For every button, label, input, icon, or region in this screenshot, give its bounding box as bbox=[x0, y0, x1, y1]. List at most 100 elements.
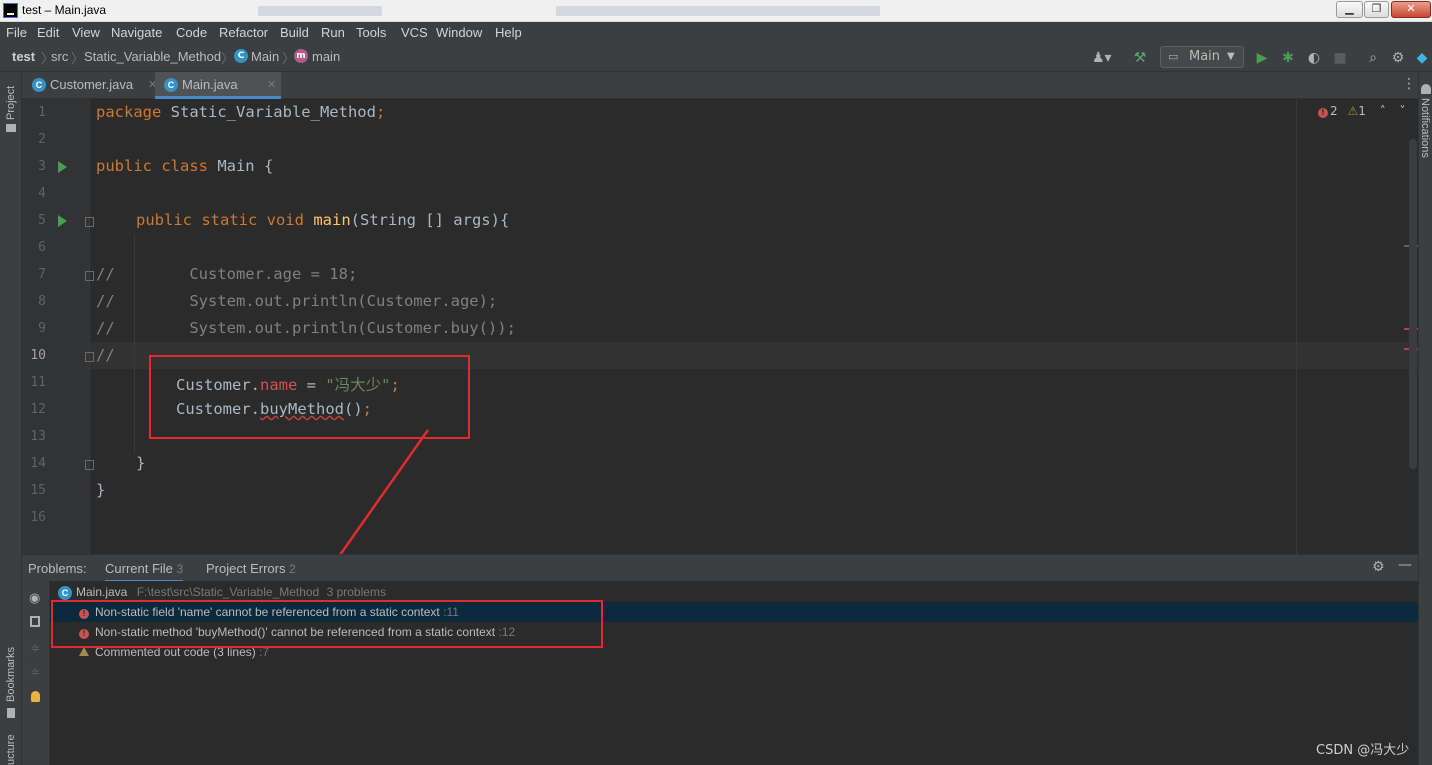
line-number: 3 bbox=[38, 159, 46, 174]
problem-file-node[interactable]: C Main.java F:\test\src\Static_Variable_M… bbox=[50, 582, 1418, 602]
line-number: 11 bbox=[30, 375, 46, 390]
user-icon[interactable]: ♟▾ bbox=[1092, 50, 1112, 66]
hide-panel-icon[interactable]: — bbox=[1398, 557, 1412, 573]
breadcrumb-method[interactable]: main bbox=[312, 49, 340, 64]
menu-file[interactable]: File bbox=[6, 25, 27, 40]
settings-icon[interactable]: ⚙ bbox=[1372, 559, 1385, 575]
preview-icon[interactable] bbox=[30, 616, 40, 627]
application-icon: ▭ bbox=[1168, 50, 1179, 63]
menu-tools[interactable]: Tools bbox=[356, 25, 386, 40]
line-number: 15 bbox=[30, 483, 46, 498]
menu-view[interactable]: View bbox=[72, 25, 100, 40]
menu-build[interactable]: Build bbox=[280, 25, 309, 40]
code-text: (String [] args){ bbox=[350, 211, 510, 229]
build-hammer-icon[interactable]: ⚒ bbox=[1132, 50, 1148, 66]
method-name: main bbox=[313, 211, 351, 229]
breadcrumb-class[interactable]: Main bbox=[251, 49, 279, 64]
intellij-logo-icon bbox=[3, 3, 18, 18]
problem-file-summary: 3 problems bbox=[326, 585, 386, 599]
method-icon: m bbox=[294, 49, 308, 63]
fold-icon[interactable] bbox=[85, 352, 94, 362]
line-number: 10 bbox=[30, 348, 46, 363]
inspection-widget[interactable]: ! 2 ⚠1 ˄ ˅ bbox=[1318, 104, 1406, 118]
taskbar-blur bbox=[258, 6, 382, 16]
tab-label: Current File bbox=[105, 561, 173, 576]
code-editor[interactable]: 1 2 3 4 5 6 7 8 9 10 11 12 13 14 15 16 p… bbox=[22, 99, 1418, 554]
line-number: 13 bbox=[30, 429, 46, 444]
run-config-label: Main bbox=[1189, 49, 1221, 64]
editor-gutter: 1 2 3 4 5 6 7 8 9 10 11 12 13 14 15 16 bbox=[22, 99, 94, 554]
code-text: Main { bbox=[207, 157, 274, 175]
lightbulb-icon[interactable] bbox=[31, 691, 40, 702]
class-icon: C bbox=[58, 586, 72, 600]
fold-icon[interactable] bbox=[85, 460, 94, 470]
previous-highlight-icon[interactable]: ˄ bbox=[1380, 104, 1386, 118]
line-number: 9 bbox=[38, 321, 46, 336]
tab-main-java[interactable]: C Main.java ✕ bbox=[155, 72, 281, 99]
menu-bar: File Edit View Navigate Code Refactor Bu… bbox=[0, 22, 1432, 44]
folder-icon bbox=[6, 124, 16, 132]
collapse-all-icon[interactable]: ≐ bbox=[30, 665, 40, 679]
code-line: // System.out.println(Customer.age); bbox=[96, 292, 498, 310]
window-title: test – Main.java bbox=[22, 3, 107, 17]
run-method-icon[interactable] bbox=[58, 215, 67, 227]
chevron-down-icon: ▼ bbox=[1227, 51, 1235, 62]
coverage-icon[interactable]: ◐ bbox=[1306, 50, 1322, 66]
breadcrumb-project[interactable]: test bbox=[12, 49, 35, 64]
run-configuration-select[interactable]: ▭ Main ▼ bbox=[1160, 46, 1244, 68]
right-tool-strip: Notifications bbox=[1418, 72, 1432, 765]
error-icon: ! bbox=[1318, 108, 1328, 118]
menu-code[interactable]: Code bbox=[176, 25, 207, 40]
breadcrumb-package[interactable]: Static_Variable_Method bbox=[84, 49, 221, 64]
debug-icon[interactable]: ✱ bbox=[1280, 50, 1296, 66]
close-button[interactable]: ✕ bbox=[1391, 1, 1431, 18]
keyword: package bbox=[96, 103, 162, 121]
menu-help[interactable]: Help bbox=[495, 25, 522, 40]
run-icon[interactable]: ▶ bbox=[1254, 50, 1270, 66]
menu-edit[interactable]: Edit bbox=[37, 25, 59, 40]
settings-icon[interactable]: ⚙ bbox=[1390, 50, 1406, 66]
search-icon[interactable]: ⌕ bbox=[1365, 50, 1381, 66]
breadcrumb-separator: 〉 bbox=[71, 52, 85, 67]
menu-vcs[interactable]: VCS bbox=[401, 25, 428, 40]
menu-window[interactable]: Window bbox=[436, 25, 482, 40]
stop-icon[interactable]: ■ bbox=[1332, 50, 1348, 66]
tab-current-file[interactable]: Current File 3 bbox=[105, 561, 184, 583]
line-number: 7 bbox=[38, 267, 46, 282]
code-text: ; bbox=[375, 103, 386, 121]
bookmarks-tool-window-button[interactable]: Bookmarks bbox=[5, 647, 17, 702]
eye-icon[interactable]: ◉ bbox=[29, 591, 40, 606]
run-class-icon[interactable] bbox=[58, 161, 67, 173]
tab-count: 2 bbox=[289, 562, 296, 576]
bookmark-icon bbox=[7, 708, 15, 718]
code-line: package Static_Variable_Method; bbox=[96, 103, 385, 121]
minimize-button[interactable]: ▁ bbox=[1336, 1, 1363, 18]
line-number: 2 bbox=[38, 132, 46, 147]
breadcrumb-src[interactable]: src bbox=[51, 49, 68, 64]
code-line: } bbox=[136, 454, 146, 472]
notifications-icon[interactable] bbox=[1421, 84, 1431, 94]
menu-run[interactable]: Run bbox=[321, 25, 345, 40]
expand-all-icon[interactable]: ≑ bbox=[30, 641, 40, 655]
close-icon[interactable]: ✕ bbox=[267, 72, 276, 98]
plugin-icon[interactable]: ◆ bbox=[1414, 50, 1430, 66]
menu-refactor[interactable]: Refactor bbox=[219, 25, 268, 40]
structure-tool-window-button[interactable]: ucture bbox=[5, 734, 17, 765]
fold-icon[interactable] bbox=[85, 217, 94, 227]
notifications-tool-window-button[interactable]: Notifications bbox=[1419, 98, 1431, 158]
tab-project-errors[interactable]: Project Errors 2 bbox=[206, 561, 296, 576]
vertical-scrollbar[interactable] bbox=[1409, 139, 1417, 469]
annotation-highlight-box bbox=[51, 600, 603, 648]
fold-icon[interactable] bbox=[85, 271, 94, 281]
line-number: 16 bbox=[30, 510, 46, 525]
next-highlight-icon[interactable]: ˅ bbox=[1400, 104, 1406, 118]
maximize-button[interactable]: ❐ bbox=[1364, 1, 1389, 18]
problems-side-toolbar: ◉ ≑ ≐ bbox=[22, 581, 50, 765]
more-tabs-icon[interactable]: ⋮ bbox=[1402, 76, 1416, 92]
menu-navigate[interactable]: Navigate bbox=[111, 25, 162, 40]
breadcrumb-separator: 〉 bbox=[221, 52, 235, 67]
code-line: // Customer.age = 18; bbox=[96, 265, 358, 283]
project-tool-window-button[interactable]: Project bbox=[5, 86, 17, 120]
tab-customer-java[interactable]: C Customer.java ✕ bbox=[30, 72, 157, 99]
line-number: 4 bbox=[38, 186, 46, 201]
